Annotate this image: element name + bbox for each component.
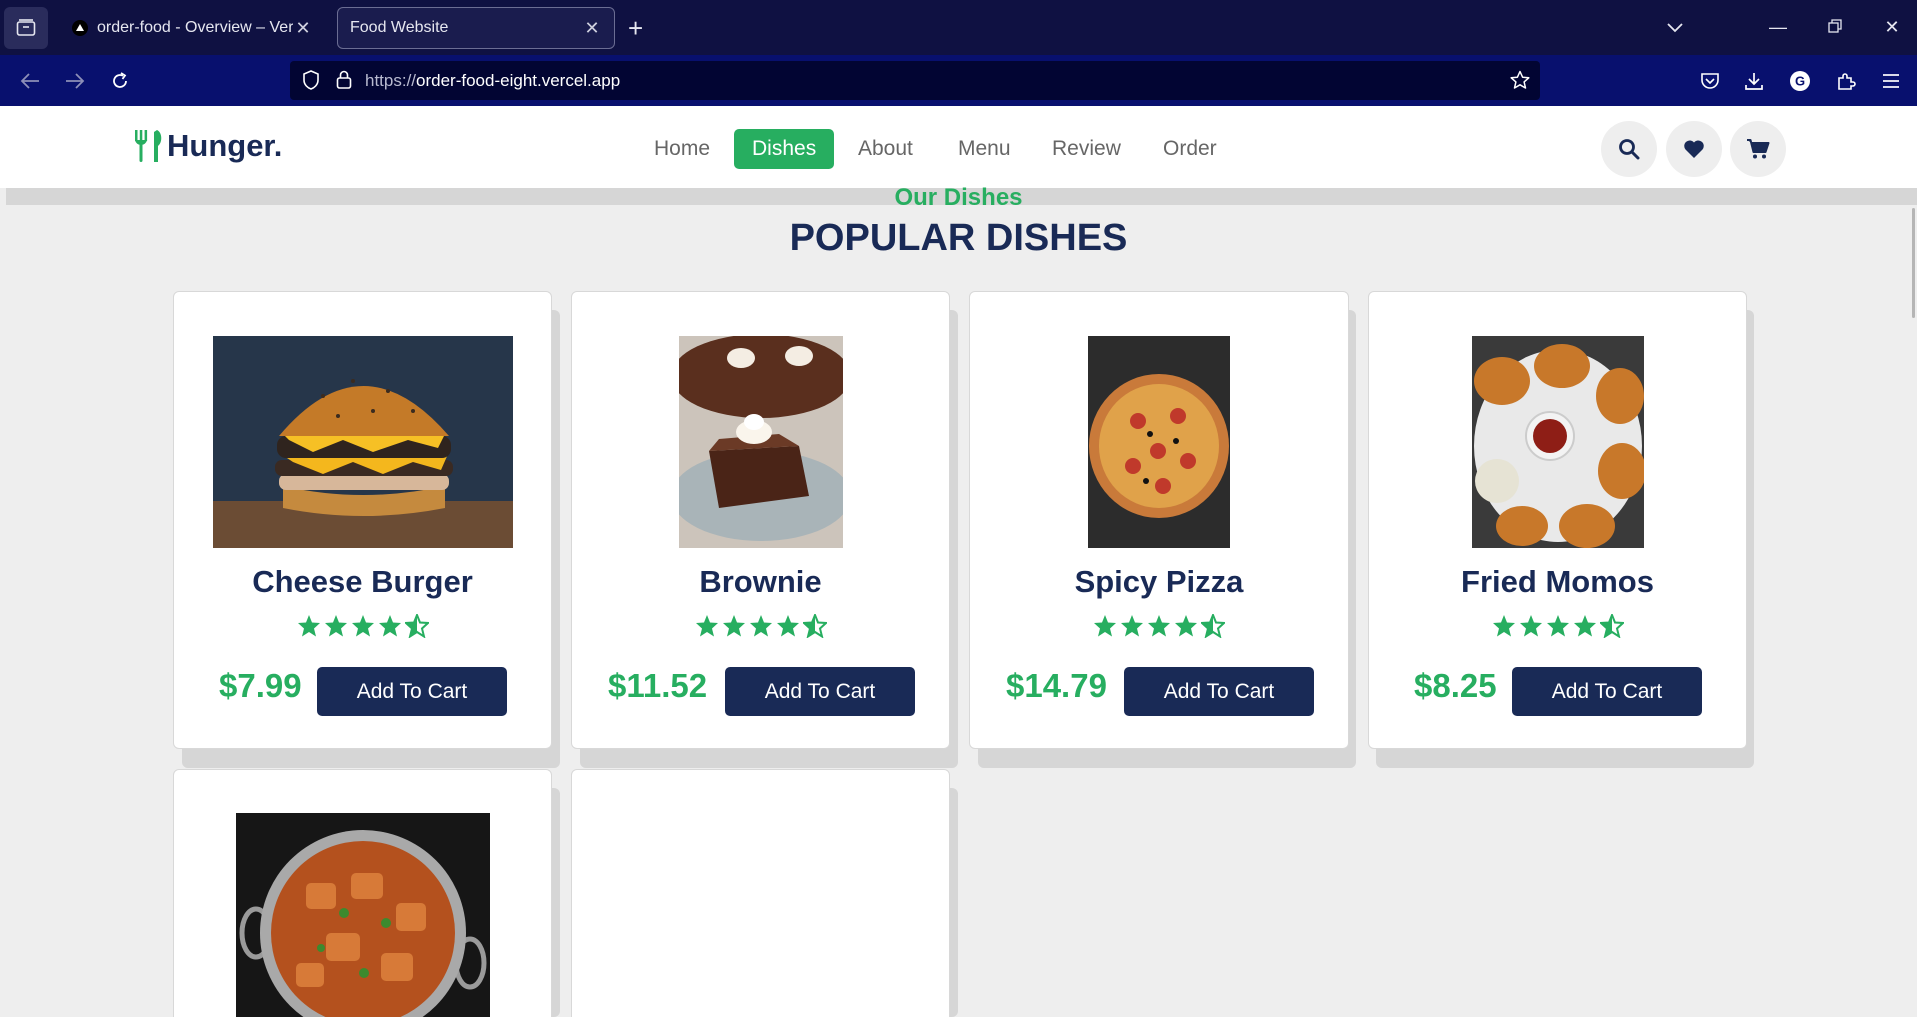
restore-window-button[interactable]	[1820, 14, 1850, 40]
dish-card	[173, 769, 552, 1017]
search-button[interactable]	[1601, 121, 1657, 177]
tab-food-website[interactable]: Food Website ✕	[337, 7, 615, 49]
rating-stars	[174, 614, 551, 638]
dish-card: Brownie $11.52 Add To Cart	[571, 291, 950, 749]
add-to-cart-button[interactable]: Add To Cart	[725, 667, 915, 716]
rating-stars	[970, 614, 1348, 638]
dish-name: Fried Momos	[1461, 564, 1654, 599]
grammarly-extension-icon[interactable]: G	[1786, 67, 1814, 95]
url-protocol: https://	[365, 71, 417, 90]
pocket-icon[interactable]	[1696, 67, 1724, 95]
star-icon	[695, 615, 718, 637]
bookmark-star-icon[interactable]	[1510, 70, 1530, 95]
favorites-button[interactable]	[1666, 121, 1722, 177]
site-header: Hunger. Home Dishes About Menu Review Or…	[0, 106, 1917, 188]
tab-overview-button[interactable]	[4, 7, 48, 49]
utensils-icon	[135, 130, 162, 162]
dish-name: Brownie	[699, 564, 822, 599]
dish-name: Spicy Pizza	[1074, 564, 1244, 599]
forward-arrow-icon[interactable]	[61, 67, 89, 95]
logo-text: Hunger.	[167, 128, 283, 163]
lock-icon[interactable]	[336, 69, 352, 95]
star-icon	[722, 615, 745, 637]
dish-price: $11.52	[608, 667, 708, 704]
cart-button[interactable]	[1730, 121, 1786, 177]
section-heading: POPULAR DISHES	[789, 217, 1128, 259]
star-icon	[1121, 615, 1143, 637]
curry-dish-image	[236, 813, 490, 1017]
dish-card: Cheese Burger $7.99 Add To Cart	[173, 291, 552, 749]
star-icon	[1573, 615, 1596, 637]
section-subheading: Our Dishes	[894, 184, 1023, 211]
site-logo[interactable]: Hunger.	[133, 128, 282, 164]
brownie-image	[679, 336, 843, 548]
dish-price: $8.25	[1414, 667, 1497, 704]
star-icon	[749, 615, 772, 637]
url-host: order-food-eight.vercel.app	[416, 71, 621, 90]
minimize-window-button[interactable]: —	[1763, 14, 1793, 40]
address-bar[interactable]: https://order-food-eight.vercel.app	[290, 61, 1540, 100]
search-icon	[1619, 139, 1640, 160]
dish-price: $7.99	[219, 667, 302, 704]
fried-momos-image	[1472, 336, 1644, 548]
browser-nav-bar: https://order-food-eight.vercel.app G	[0, 55, 1917, 106]
star-icon	[324, 615, 347, 637]
new-tab-button[interactable]: +	[628, 14, 643, 42]
tab-close-icon[interactable]: ✕	[582, 18, 602, 39]
downloads-icon[interactable]	[1740, 67, 1768, 95]
tab-order-food-vercel[interactable]: order-food - Overview – Vercel ✕	[60, 7, 325, 49]
star-half-icon	[1201, 614, 1225, 638]
star-icon	[1148, 615, 1170, 637]
tab-title: order-food - Overview – Vercel	[97, 19, 293, 36]
dish-card: Spicy Pizza $14.79 Add To Cart	[969, 291, 1349, 749]
add-to-cart-button[interactable]: Add To Cart	[1512, 667, 1702, 716]
heart-icon	[1684, 140, 1704, 158]
star-half-icon	[404, 614, 429, 638]
star-icon	[1175, 615, 1197, 637]
star-half-icon	[1599, 614, 1624, 638]
nav-link-order[interactable]: Order	[1163, 129, 1217, 169]
tab-title: Food Website	[350, 19, 449, 36]
add-to-cart-button[interactable]: Add To Cart	[317, 667, 507, 716]
nav-link-about[interactable]: About	[858, 129, 913, 169]
star-icon	[776, 615, 799, 637]
url-text[interactable]: https://order-food-eight.vercel.app	[365, 71, 620, 91]
star-icon	[1546, 615, 1569, 637]
vercel-triangle-icon	[72, 20, 88, 36]
nav-link-dishes[interactable]: Dishes	[734, 129, 835, 169]
tab-list-icon	[16, 19, 36, 36]
cheese-burger-image	[213, 336, 513, 548]
back-arrow-icon[interactable]	[16, 67, 44, 95]
menu-hamburger-icon[interactable]	[1877, 67, 1905, 95]
star-icon	[1094, 615, 1116, 637]
reload-icon[interactable]	[106, 67, 134, 95]
rating-stars	[572, 614, 949, 638]
dish-price: $14.79	[1006, 667, 1107, 704]
extensions-puzzle-icon[interactable]	[1832, 67, 1860, 95]
shield-icon[interactable]	[302, 70, 320, 95]
nav-link-menu[interactable]: Menu	[958, 129, 1011, 169]
browser-tab-strip: order-food - Overview – Vercel ✕ Food We…	[0, 0, 1917, 55]
star-icon	[378, 615, 401, 637]
list-all-tabs-chevron-icon[interactable]	[1660, 14, 1690, 40]
star-icon	[297, 615, 320, 637]
star-icon	[1492, 615, 1515, 637]
svg-text:G: G	[1795, 74, 1805, 89]
spicy-pizza-image	[1088, 336, 1230, 548]
nav-link-review[interactable]: Review	[1052, 129, 1121, 169]
star-half-icon	[802, 614, 827, 638]
dish-name: Cheese Burger	[252, 564, 473, 599]
nav-link-home[interactable]: Home	[654, 129, 710, 169]
page-scrollbar[interactable]	[1912, 208, 1915, 318]
star-icon	[351, 615, 374, 637]
cart-icon	[1747, 139, 1770, 159]
rating-stars	[1369, 614, 1746, 638]
dish-card: Fried Momos $8.25 Add To Cart	[1368, 291, 1747, 749]
tab-close-icon[interactable]: ✕	[293, 18, 313, 39]
close-window-button[interactable]: ✕	[1877, 14, 1907, 40]
add-to-cart-button[interactable]: Add To Cart	[1124, 667, 1314, 716]
dish-card	[571, 769, 950, 1017]
star-icon	[1519, 615, 1542, 637]
